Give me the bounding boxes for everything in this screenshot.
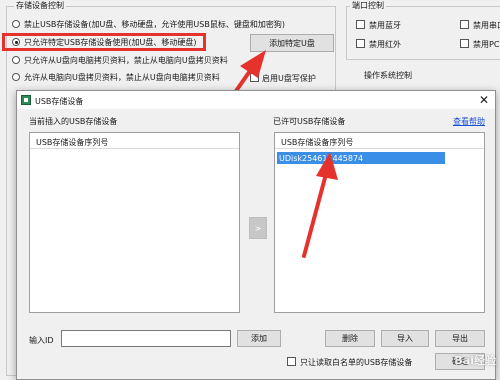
- port-label-bluetooth: 禁用蓝牙: [369, 21, 401, 30]
- annotation-arrow-down: [302, 152, 338, 258]
- whitelist-only-checkbox[interactable]: [287, 357, 296, 366]
- whitelist-only-label: 只让读取白名单的USB存储设备: [300, 358, 413, 367]
- port-checkbox-infrared[interactable]: [356, 39, 365, 48]
- add-button[interactable]: 添加: [237, 330, 281, 347]
- input-id-label: 输入ID: [29, 336, 54, 345]
- option-copy-out-label: 允许从电脑向U盘拷贝资料，禁止从U盘向电脑拷贝资料: [24, 73, 220, 82]
- port-label-serial: 禁用串口: [473, 21, 500, 30]
- current-devices-list[interactable]: USB存储设备序列号: [29, 132, 240, 313]
- delete-button[interactable]: 删除: [325, 330, 375, 347]
- radio-copy-in-only[interactable]: [12, 56, 20, 64]
- allowed-devices-title: 已许可USB存储设备: [273, 117, 346, 126]
- port-label-infrared: 禁用红外: [369, 40, 401, 49]
- dialog-title: USB存储设备: [35, 97, 84, 106]
- radio-forbid-usb[interactable]: [12, 20, 20, 28]
- current-devices-header: USB存储设备序列号: [30, 133, 239, 149]
- input-id-field[interactable]: [61, 330, 231, 347]
- port-checkbox-serial[interactable]: [460, 20, 469, 29]
- option-allow-specific-label: 只允许特定USB存储设备使用(加U盘、移动硬盘): [24, 38, 197, 47]
- allowed-devices-header: USB存储设备序列号: [275, 133, 484, 149]
- storage-control-title: 存储设备控制: [14, 0, 66, 11]
- transfer-arrow-button[interactable]: >: [249, 217, 267, 239]
- port-control-title: 端口控制: [350, 0, 386, 11]
- port-checkbox-pcm[interactable]: [460, 39, 469, 48]
- watermark-logo: Bai经验: [454, 354, 496, 367]
- option-forbid-usb-label: 禁止USB存储设备(加U盘、移动硬盘，允许使用USB鼠标、键盘和加密狗): [24, 20, 285, 29]
- close-icon[interactable]: ✕: [479, 93, 489, 107]
- option-copy-in-label: 只允许从U盘向电脑拷贝资料，禁止从电脑向U盘拷贝资料: [24, 56, 228, 65]
- radio-allow-specific-usb[interactable]: [12, 38, 20, 46]
- export-button[interactable]: 导出: [435, 330, 485, 347]
- usb-storage-dialog: USB存储设备 ✕ 当前插入的USB存储设备 USB存储设备序列号 > 已许可U…: [16, 90, 496, 380]
- import-button[interactable]: 导入: [381, 330, 429, 347]
- port-checkbox-bluetooth[interactable]: [356, 20, 365, 29]
- port-label-pcm: 禁用PCM: [473, 40, 500, 49]
- os-control-title: 操作系统控制: [364, 71, 412, 80]
- port-control-group: [346, 6, 500, 60]
- dialog-titlebar: USB存储设备 ✕: [17, 91, 495, 109]
- app-icon: [21, 95, 31, 105]
- radio-copy-out-only[interactable]: [12, 73, 20, 81]
- help-link[interactable]: 查看帮助: [453, 116, 485, 127]
- current-devices-title: 当前插入的USB存储设备: [29, 117, 118, 126]
